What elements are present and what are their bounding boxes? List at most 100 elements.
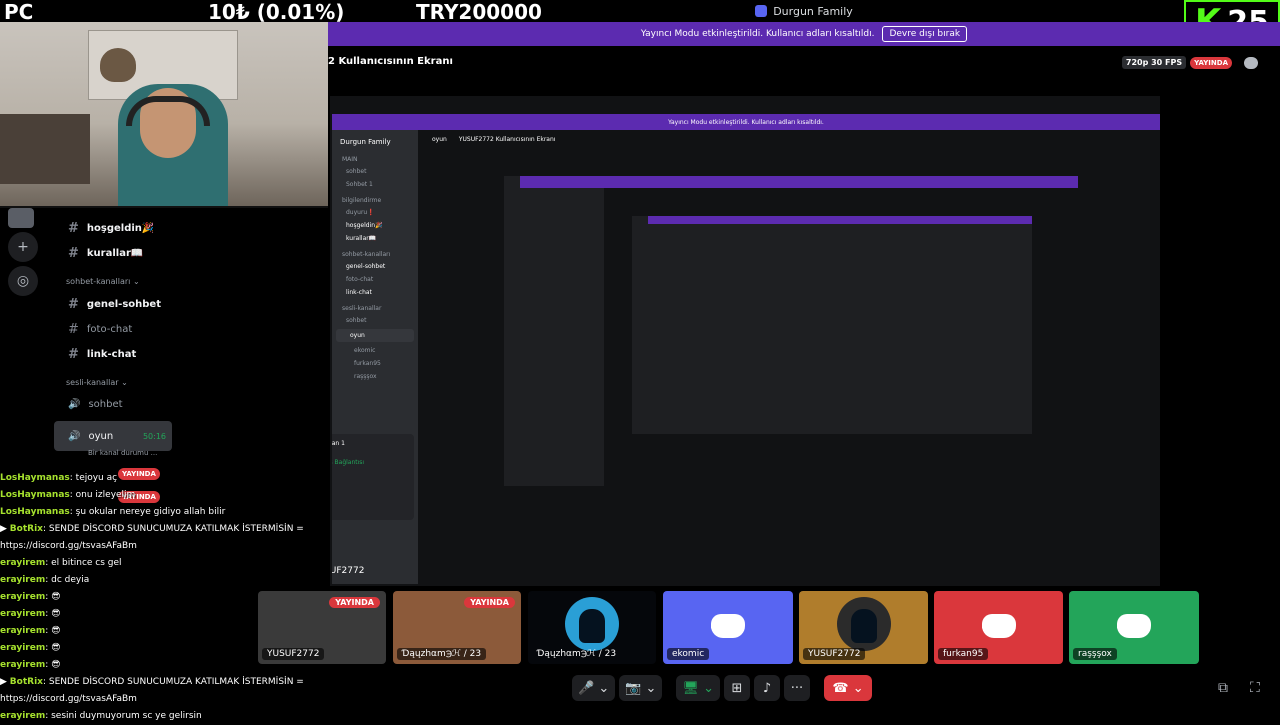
chat-text: : SENDE DİSCORD SUNUCUMUZA KATILMAK İSTE… xyxy=(42,677,304,687)
chat-username: erayirem xyxy=(0,609,46,619)
channel-kurallar[interactable]: # kurallar📖 xyxy=(54,241,172,266)
plus-icon: + xyxy=(17,239,29,255)
guild-avatar[interactable] xyxy=(8,208,34,228)
nested-banner-2 xyxy=(520,176,1078,188)
more-button[interactable]: ··· xyxy=(783,675,810,701)
explore-button[interactable]: ◎ xyxy=(8,266,38,296)
nested-item: sohbet xyxy=(346,168,367,175)
guild-list: + ◎ xyxy=(8,208,46,298)
speaker-icon: 🔊 xyxy=(68,398,81,410)
nested-banner-3 xyxy=(648,216,1032,224)
participant-tile[interactable]: ekomic xyxy=(663,591,793,664)
nested-voice-panel: Ekran 1 Ses Bağlantısı xyxy=(332,434,414,520)
chat-message: erayirem: 😎 xyxy=(0,589,330,606)
participant-tile[interactable]: YUSUF2772 xyxy=(799,591,928,664)
nested-user: raşşşox xyxy=(354,373,377,380)
chat-message: LosHaymanas: onu izleyelim xyxy=(0,487,330,504)
discord-logo-icon xyxy=(981,613,1016,638)
disable-streamer-mode-button[interactable]: Devre dışı bırak xyxy=(882,26,968,42)
participant-name: YUSUF2772 xyxy=(803,648,866,660)
stream-badges: 720p 30 FPS YAYINDA xyxy=(1121,56,1258,69)
category-label: sesli-kanallar xyxy=(66,377,119,387)
overlay-pc-label: PC xyxy=(4,0,34,24)
nested-user: furkan95 xyxy=(354,360,381,367)
fullscreen-icon[interactable]: ⛶ xyxy=(1250,680,1260,696)
category-sesli[interactable]: sesli-kanallar ⌄ xyxy=(54,371,172,393)
chat-message: erayirem: 😎 xyxy=(0,640,330,657)
wall-decoration xyxy=(100,48,136,82)
voice-time: 50:16 xyxy=(142,431,166,441)
add-server-button[interactable]: + xyxy=(8,232,38,262)
channel-link-chat[interactable]: # link-chat xyxy=(54,342,172,367)
chat-message: ▶ BotRix: SENDE DİSCORD SUNUCUMUZA KATIL… xyxy=(0,521,330,538)
soundboard-icon: ♪ xyxy=(762,680,772,696)
chat-text: : onu izleyelim xyxy=(69,490,136,500)
live-badge: YAYINDA xyxy=(1190,56,1232,69)
chat-text: : 😎 xyxy=(45,660,61,670)
participant-name: Ɗąųzhαm℈ℋ / 23 xyxy=(397,648,487,660)
participant-name: Ɗąųzhαm℈ℋ / 23 xyxy=(537,649,617,659)
participant-tile[interactable]: raşşşox xyxy=(1069,591,1199,664)
chat-username: erayirem xyxy=(0,643,46,653)
soundboard-button[interactable]: ♪ xyxy=(753,675,780,701)
chat-link[interactable]: https://discord.gg/tsvasAFaBm xyxy=(0,541,137,551)
nested-sidebar: Durgun Family MAIN sohbet Sohbet 1 bilgi… xyxy=(332,130,418,584)
hangup-button[interactable]: ☎ ⌄ xyxy=(823,675,872,701)
channel-hosgeldin[interactable]: # hoşgeldin🎉 xyxy=(54,216,172,241)
nested-category: bilgilendirme xyxy=(342,197,382,204)
chat-link[interactable]: https://discord.gg/tsvasAFaBm xyxy=(0,694,137,704)
nested-item: kurallar📖 xyxy=(346,235,377,242)
chat-text: : dc deyia xyxy=(45,575,90,585)
chat-text: : 😎 xyxy=(45,643,61,653)
user-avatar xyxy=(836,597,891,651)
nested-category: MAIN xyxy=(342,156,358,163)
nested-category: sohbet-kanalları xyxy=(342,251,391,258)
streamer-mode-banner: Yayıncı Modu etkinleştirildi. Kullanıcı … xyxy=(328,22,1280,46)
screen-share-button[interactable]: 🖥 ⌄ xyxy=(676,675,720,701)
category-sohbet[interactable]: sohbet-kanalları ⌄ xyxy=(54,270,172,292)
chat-message: https://discord.gg/tsvasAFaBm xyxy=(0,691,330,708)
channel-label: foto-chat xyxy=(86,324,133,335)
chat-message: erayirem: dc deyia xyxy=(0,572,330,589)
nested-item: oyun xyxy=(336,329,414,342)
activities-button[interactable]: ⊞ xyxy=(723,675,750,701)
chat-text: : şu okular nereye gidiyo allah bilir xyxy=(69,507,226,517)
nested-category: sesli-kanallar xyxy=(342,305,382,312)
chat-text: : tejoyu aç xyxy=(69,473,118,483)
channel-label: genel-sohbet xyxy=(86,299,161,310)
chat-text: : el bitince cs gel xyxy=(45,558,122,568)
chat-icon[interactable] xyxy=(1244,56,1258,69)
channel-label: oyun xyxy=(88,430,114,442)
more-icon: ··· xyxy=(790,680,804,696)
participant-tile[interactable]: furkan95 xyxy=(934,591,1063,664)
nested-discord-window-3 xyxy=(632,216,1032,434)
nested-server-name: Durgun Family xyxy=(340,138,391,146)
bot-icon: ▶ xyxy=(0,524,7,534)
discord-logo-icon xyxy=(711,613,745,638)
channel-list: # hoşgeldin🎉 # kurallar📖 sohbet-kanalları … xyxy=(54,216,172,503)
nested-screen-title: YUSUF2772 Kullanıcısının Ekranı xyxy=(458,136,556,143)
activities-icon: ⊞ xyxy=(731,680,743,696)
channel-genel-sohbet[interactable]: # genel-sohbet xyxy=(54,292,172,317)
camera-button[interactable]: 📷 ⌄ xyxy=(619,675,663,701)
voice-channel-sohbet[interactable]: 🔊 sohbet xyxy=(54,393,172,415)
nested-item: foto-chat xyxy=(346,276,374,283)
participant-tile[interactable]: Ɗąųzhαm℈ℋ / 23 xyxy=(528,591,656,664)
chat-message: erayirem: 😎 xyxy=(0,606,330,623)
chat-username: erayirem xyxy=(0,660,46,670)
user-avatar xyxy=(565,597,619,651)
chat-message: ▶ BotRix: SENDE DİSCORD SUNUCUMUZA KATIL… xyxy=(0,674,330,691)
voice-channel-oyun[interactable]: 🔊 oyun 50:16 xyxy=(54,421,172,451)
chat-username: BotRix xyxy=(9,677,43,687)
discord-app-icon xyxy=(755,5,768,17)
channel-foto-chat[interactable]: # foto-chat xyxy=(54,317,172,342)
live-badge: YAYINDA xyxy=(464,597,515,608)
popout-icon[interactable]: ⧉ xyxy=(1218,680,1228,696)
participant-tile[interactable]: YAYINDA Ɗąųzhαm℈ℋ / 23 xyxy=(393,591,521,664)
nested-header: oyun YUSUF2772 Kullanıcısının Ekranı xyxy=(418,130,1160,149)
channel-label: kurallar📖 xyxy=(86,248,144,259)
stream-chat-overlay: LosHaymanas: tejoyu aç LosHaymanas: onu … xyxy=(0,470,330,725)
chat-text: : 😎 xyxy=(45,609,61,619)
mic-button[interactable]: 🎤 ⌄ xyxy=(572,675,616,701)
sofa xyxy=(0,114,90,184)
